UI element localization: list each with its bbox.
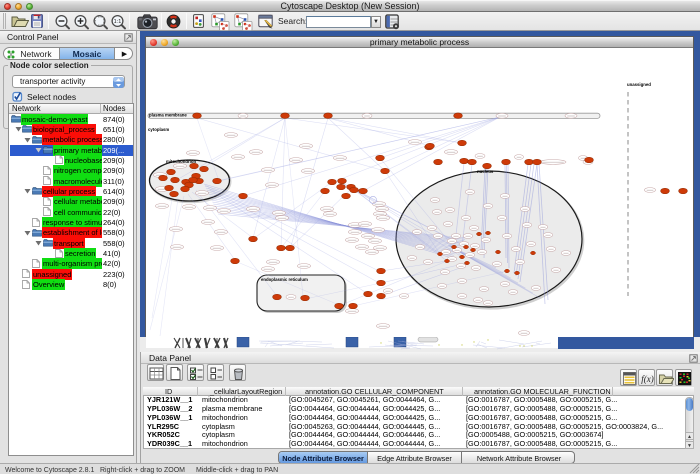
svg-text:unassigned: unassigned	[627, 82, 651, 87]
svg-text:f(x): f(x)	[641, 374, 654, 384]
svg-text:mitochondrion: mitochondrion	[166, 159, 196, 164]
svg-text:cytoplasm: cytoplasm	[148, 127, 169, 132]
svg-text:endoplasmic reticulum: endoplasmic reticulum	[261, 277, 308, 282]
svg-text:1:1: 1:1	[114, 19, 122, 25]
svg-text:plasma membrane: plasma membrane	[149, 112, 187, 117]
svg-text:nucleus: nucleus	[477, 169, 494, 174]
